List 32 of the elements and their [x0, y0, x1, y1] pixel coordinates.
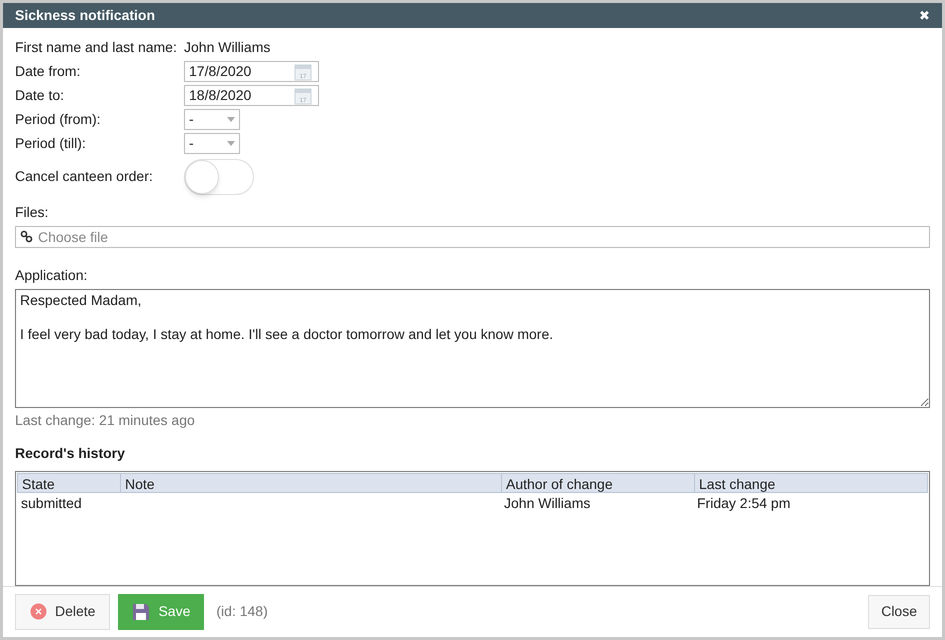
field-label: Files: [15, 202, 50, 222]
field-label: Period (from): [15, 110, 102, 130]
file-field[interactable]: Choose file [15, 226, 930, 248]
table-cell-text: Friday 2:54 pm [696, 494, 792, 513]
last-change-text: Last change: 21 minutes ago [15, 410, 196, 430]
record-id: (id: 148) [216, 602, 268, 622]
field-label: Date to: [15, 86, 66, 106]
column-header[interactable]: Author of change [501, 474, 694, 492]
column-header[interactable]: Last change [694, 474, 927, 492]
section-title: Record's history [15, 444, 126, 463]
field-label: Application: [15, 266, 88, 285]
period-dropdown[interactable]: - [184, 133, 240, 154]
column-header[interactable]: Note [120, 474, 501, 492]
delete-button[interactable]: Delete [15, 594, 110, 630]
field-label: First name and last name: [15, 38, 178, 58]
application-field[interactable]: Respected Madam, I feel very bad today, I stay at home. I'll see a doctor tomorrow and let you know more. [15, 288, 930, 408]
close-button[interactable]: ✖ [919, 8, 930, 22]
field-label: Cancel canteen order: [15, 167, 154, 186]
caret-icon [227, 141, 235, 146]
field-label: Date from: [15, 62, 82, 82]
period-dropdown[interactable]: - [184, 109, 240, 130]
close-button[interactable]: Close [868, 594, 930, 629]
cancel-icon [30, 603, 47, 620]
column-header[interactable]: State [18, 474, 120, 492]
name-value: John Williams [184, 38, 270, 58]
table-cell-text: John Williams [503, 494, 592, 513]
field-label: Period (till): [15, 134, 87, 154]
toggle-switch[interactable] [184, 158, 254, 195]
window-title: Sickness notification [15, 6, 156, 25]
link-icon [20, 230, 33, 243]
caret-icon [227, 117, 235, 122]
table-cell-text: submitted [20, 494, 83, 513]
